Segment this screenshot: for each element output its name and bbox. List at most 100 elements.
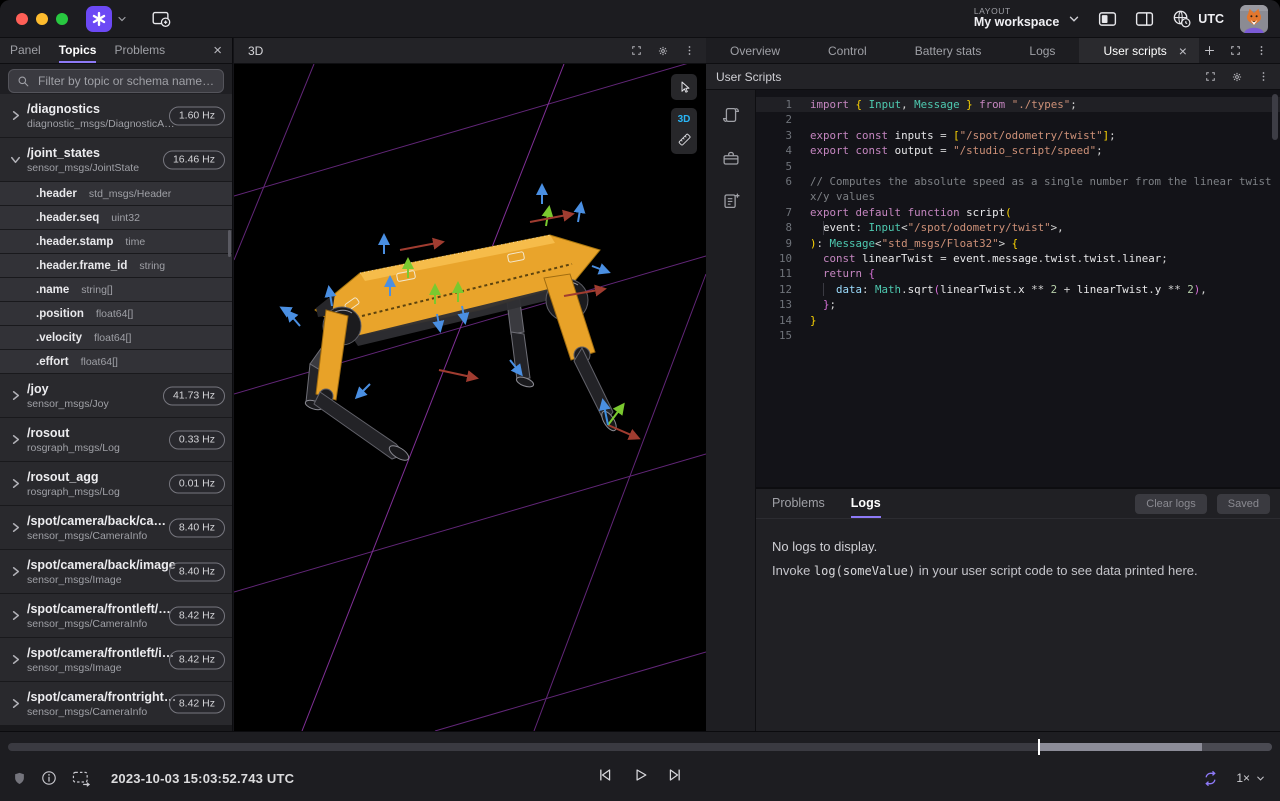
topic-field-row[interactable]: .position float64[] [0,302,232,325]
gear-icon[interactable] [656,44,670,58]
left-sidebar-toggle[interactable] [1097,9,1118,29]
3d-canvas[interactable]: 3D [234,64,706,731]
tab-battery-stats[interactable]: Battery stats [891,38,1006,63]
clear-logs-button[interactable]: Clear logs [1135,494,1207,514]
tab-logs[interactable]: Logs [1005,38,1079,63]
topic-row[interactable]: /joint_states sensor_msgs/JointState 16.… [0,138,232,181]
topic-name: /spot/camera/frontleft/camer... [27,602,177,616]
user-avatar[interactable] [1240,5,1268,33]
fullscreen-icon[interactable] [630,44,643,57]
camera-mode-badge[interactable]: 3D [678,114,691,125]
kebab-menu-icon[interactable] [1257,70,1270,83]
right-sidebar-toggle[interactable] [1134,9,1155,29]
topic-frequency-badge: 8.42 Hz [169,606,225,625]
topics-scrollbar[interactable] [228,230,231,257]
script-editor-sidebar [706,90,756,731]
measure-tool-icon[interactable] [676,131,693,148]
close-icon[interactable]: × [213,42,222,59]
timeline-scrubber[interactable] [8,743,1272,751]
playback-speed-selector[interactable]: 1× [1236,771,1266,785]
topic-field-row[interactable]: .header.frame_id string [0,254,232,277]
topic-field-row[interactable]: .velocity float64[] [0,326,232,349]
tab-control[interactable]: Control [804,38,891,63]
topic-row[interactable]: /spot/camera/frontright/cam... sensor_ms… [0,682,232,725]
fullscreen-icon[interactable] [1204,70,1217,83]
chevron-right-icon [8,652,23,667]
gear-icon[interactable] [1230,70,1244,84]
topic-filter-input[interactable] [36,73,215,89]
tab-problems[interactable]: Problems [114,38,165,63]
line-number: 10 [756,251,792,266]
topic-frequency-badge: 8.40 Hz [169,518,225,537]
code-line: 15 [756,328,1280,343]
add-panel-icon[interactable] [150,8,172,30]
templates-icon[interactable] [720,190,742,212]
topic-field-row[interactable]: .name string[] [0,278,232,301]
topic-field-row[interactable]: .header.seq uint32 [0,206,232,229]
tab-panel[interactable]: Panel [10,38,41,63]
topic-frequency-badge: 8.42 Hz [169,650,225,669]
topic-schema: rosgraph_msgs/Log [27,486,120,498]
info-icon[interactable] [40,769,58,787]
cursor-icon [676,79,692,95]
code-line: 13 }; [756,297,1280,312]
topic-frequency-badge: 1.60 Hz [169,106,225,125]
data-source-shield-icon[interactable] [12,770,27,787]
kebab-menu-icon[interactable] [683,44,696,57]
topic-field-row[interactable]: .effort float64[] [0,350,232,373]
tab-overview[interactable]: Overview [706,38,804,63]
topic-row[interactable]: /rosout rosgraph_msgs/Log 0.33 Hz [0,418,232,461]
seek-end-button[interactable] [663,760,687,790]
tab-user-scripts[interactable]: User scripts × [1079,38,1199,63]
topic-row[interactable]: /spot/camera/back/image sensor_msgs/Imag… [0,550,232,593]
utilities-toolbox-icon[interactable] [720,147,742,169]
chevron-right-icon [8,520,23,535]
topic-row[interactable]: /joy sensor_msgs/Joy 41.73 Hz [0,374,232,417]
field-name: .velocity [36,332,82,344]
editor-scrollbar[interactable] [1272,94,1278,140]
select-tool-button[interactable] [671,74,697,100]
playhead[interactable] [1038,739,1040,755]
minimize-window-button[interactable] [36,13,48,25]
close-window-button[interactable] [16,13,28,25]
foxglove-logo-menu[interactable] [86,6,112,32]
seek-start-button[interactable] [593,760,617,790]
topic-field-row[interactable]: .header std_msgs/Header [0,182,232,205]
topic-row[interactable]: /spot/camera/back/camera_i... sensor_msg… [0,506,232,549]
topic-row[interactable]: /diagnostics diagnostic_msgs/DiagnosticA… [0,94,232,137]
loop-selection-icon[interactable] [71,769,92,787]
topic-row[interactable]: /spot/camera/frontleft/image sensor_msgs… [0,638,232,681]
scripts-icon[interactable] [720,104,742,126]
tab-problems[interactable]: Problems [772,489,825,518]
fullscreen-icon[interactable] [1229,44,1242,57]
topic-search-box[interactable] [8,69,224,93]
field-type: float64[] [96,308,133,320]
topics-list: /diagnostics diagnostic_msgs/DiagnosticA… [0,94,232,731]
code-editor[interactable]: 1import { Input, Message } from "./types… [756,90,1280,487]
search-icon [17,75,30,88]
code-line: 6// Computes the absolute speed as a sin… [756,174,1280,205]
zoom-window-button[interactable] [56,13,68,25]
add-tab-icon[interactable] [1203,44,1216,57]
code-line: 10 const linearTwist = event.message.twi… [756,251,1280,266]
topic-row[interactable]: /spot/camera/frontleft/camer... sensor_m… [0,594,232,637]
topic-row[interactable]: /rosout_agg rosgraph_msgs/Log 0.01 Hz [0,462,232,505]
tab-topics[interactable]: Topics [59,38,97,63]
saved-button[interactable]: Saved [1217,494,1270,514]
topic-name: /spot/camera/frontright/cam... [27,690,177,704]
kebab-menu-icon[interactable] [1255,44,1268,57]
close-tab-icon[interactable]: × [1179,43,1187,59]
topic-field-row[interactable]: .header.stamp time [0,230,232,253]
play-button[interactable] [628,760,652,790]
field-type: float64[] [81,356,118,368]
chevron-down-icon[interactable] [116,13,128,25]
repeat-icon[interactable] [1201,769,1220,788]
globe-clock-icon [1171,8,1192,29]
tab-logs[interactable]: Logs [851,489,881,518]
panel-title: 3D [248,44,263,58]
timezone-selector[interactable]: UTC [1171,8,1224,29]
topic-frequency-badge: 16.46 Hz [163,150,225,169]
layout-selector[interactable]: LAYOUT My workspace [974,7,1081,30]
topic-schema: rosgraph_msgs/Log [27,442,120,454]
field-type: std_msgs/Header [89,188,171,200]
